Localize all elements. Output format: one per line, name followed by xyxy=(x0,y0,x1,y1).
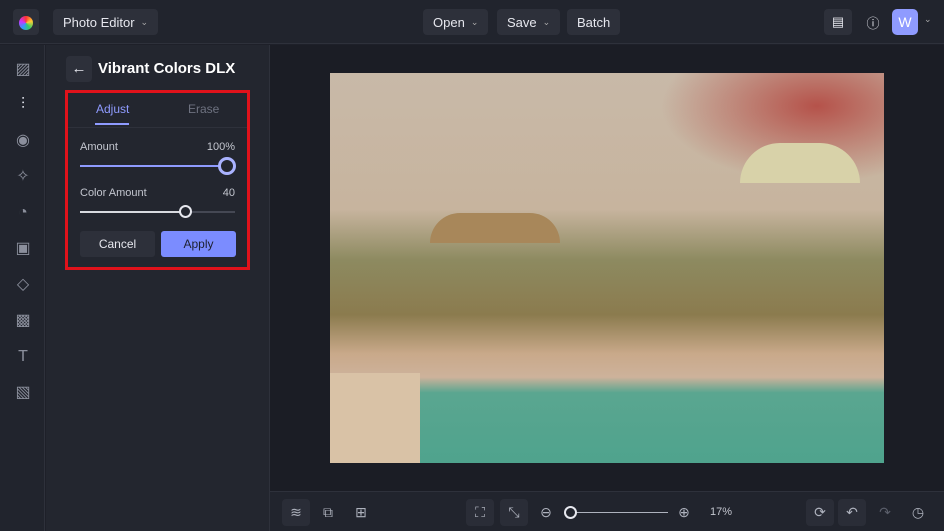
graphics-icon[interactable]: ▧ xyxy=(13,383,33,403)
slider-fill xyxy=(80,211,184,213)
apply-button[interactable]: Apply xyxy=(161,231,236,257)
tab-erase[interactable]: Erase xyxy=(188,102,219,116)
adjust-sliders-icon[interactable]: ⫶ xyxy=(13,95,33,115)
batch-button[interactable]: Batch xyxy=(567,9,621,35)
tool-rail: ▨ ⫶ ◉ ✧ ◔ ▣ ◇ ▩ T ▧ xyxy=(0,45,45,531)
bottom-toolbar: ≋ ⧉ ⊞ ⛶ ⤡ ⊖ ⊕ 17% ⟳ ↶ ↷ ◷ xyxy=(270,491,944,531)
help-icon[interactable]: ⓘ xyxy=(860,9,886,35)
canvas-area xyxy=(270,45,944,491)
tab-underline xyxy=(95,123,129,125)
feedback-icon[interactable]: ▤ xyxy=(824,9,852,35)
cancel-button[interactable]: Cancel xyxy=(80,231,155,257)
batch-label: Batch xyxy=(577,14,611,30)
photo-editor-menu[interactable]: Photo Editor ⌄ xyxy=(53,9,159,35)
slider-thumb[interactable] xyxy=(564,506,577,519)
app-logo[interactable] xyxy=(13,9,39,35)
history-icon[interactable]: ◷ xyxy=(904,499,932,526)
chevron-down-icon: ⌄ xyxy=(542,16,551,27)
color-amount-slider[interactable] xyxy=(80,205,235,218)
effect-panel: ← Vibrant Colors DLX Adjust Erase Amount… xyxy=(46,45,270,531)
photo-image[interactable] xyxy=(330,73,884,463)
redo-icon[interactable]: ↷ xyxy=(871,499,899,526)
avatar[interactable]: W xyxy=(892,9,918,35)
chevron-down-icon: ⌄ xyxy=(470,16,479,27)
amount-value: 100% xyxy=(206,141,235,153)
open-label: Open xyxy=(433,14,465,30)
color-amount-value: 40 xyxy=(222,187,235,199)
slider-thumb[interactable] xyxy=(179,205,192,218)
fit-screen-icon[interactable]: ⛶ xyxy=(466,499,494,526)
top-bar: Photo Editor ⌄ Open ⌄ Save ⌄ Batch ▤ ⓘ W ⌄ xyxy=(0,0,944,44)
image-icon[interactable]: ▨ xyxy=(13,60,33,80)
color-amount-label: Color Amount xyxy=(80,187,147,199)
open-button[interactable]: Open ⌄ xyxy=(423,9,489,35)
shrink-icon[interactable]: ⤡ xyxy=(500,499,528,526)
zoom-out-icon[interactable]: ⊖ xyxy=(532,499,560,526)
chevron-down-icon: ⌄ xyxy=(140,16,149,27)
palette-icon[interactable]: ◔ xyxy=(13,203,33,223)
hut-roof xyxy=(430,213,560,243)
tab-adjust[interactable]: Adjust xyxy=(96,102,129,116)
refresh-icon[interactable]: ⟳ xyxy=(806,499,834,526)
shapes-icon[interactable]: ◇ xyxy=(13,275,33,295)
chevron-down-icon[interactable]: ⌄ xyxy=(924,14,932,25)
zoom-in-icon[interactable]: ⊕ xyxy=(670,499,698,526)
save-label: Save xyxy=(507,14,537,30)
amount-slider[interactable] xyxy=(80,157,236,175)
zoom-slider[interactable] xyxy=(564,506,668,519)
menu-label: Photo Editor xyxy=(63,14,135,30)
sparkle-icon[interactable]: ✧ xyxy=(13,167,33,187)
grid-icon[interactable]: ⊞ xyxy=(347,499,375,526)
text-icon[interactable]: T xyxy=(13,347,33,367)
back-button[interactable]: ← xyxy=(66,56,92,82)
panel-title: Vibrant Colors DLX xyxy=(98,60,236,77)
duplicate-icon[interactable]: ⧉ xyxy=(314,499,342,526)
texture-icon[interactable]: ▩ xyxy=(13,311,33,331)
highlight-box: Adjust Erase Amount 100% Color Amount 40… xyxy=(65,90,250,270)
slider-thumb[interactable] xyxy=(218,157,236,175)
layers-icon[interactable]: ≋ xyxy=(282,499,310,526)
undo-icon[interactable]: ↶ xyxy=(838,499,866,526)
save-button[interactable]: Save ⌄ xyxy=(497,9,561,35)
eye-icon[interactable]: ◉ xyxy=(13,131,33,151)
umbrella xyxy=(740,143,860,183)
pool-step xyxy=(330,373,420,463)
zoom-level: 17% xyxy=(710,506,733,518)
frame-icon[interactable]: ▣ xyxy=(13,239,33,259)
divider xyxy=(68,127,247,128)
logo-icon xyxy=(19,16,33,30)
amount-label: Amount xyxy=(80,141,118,153)
